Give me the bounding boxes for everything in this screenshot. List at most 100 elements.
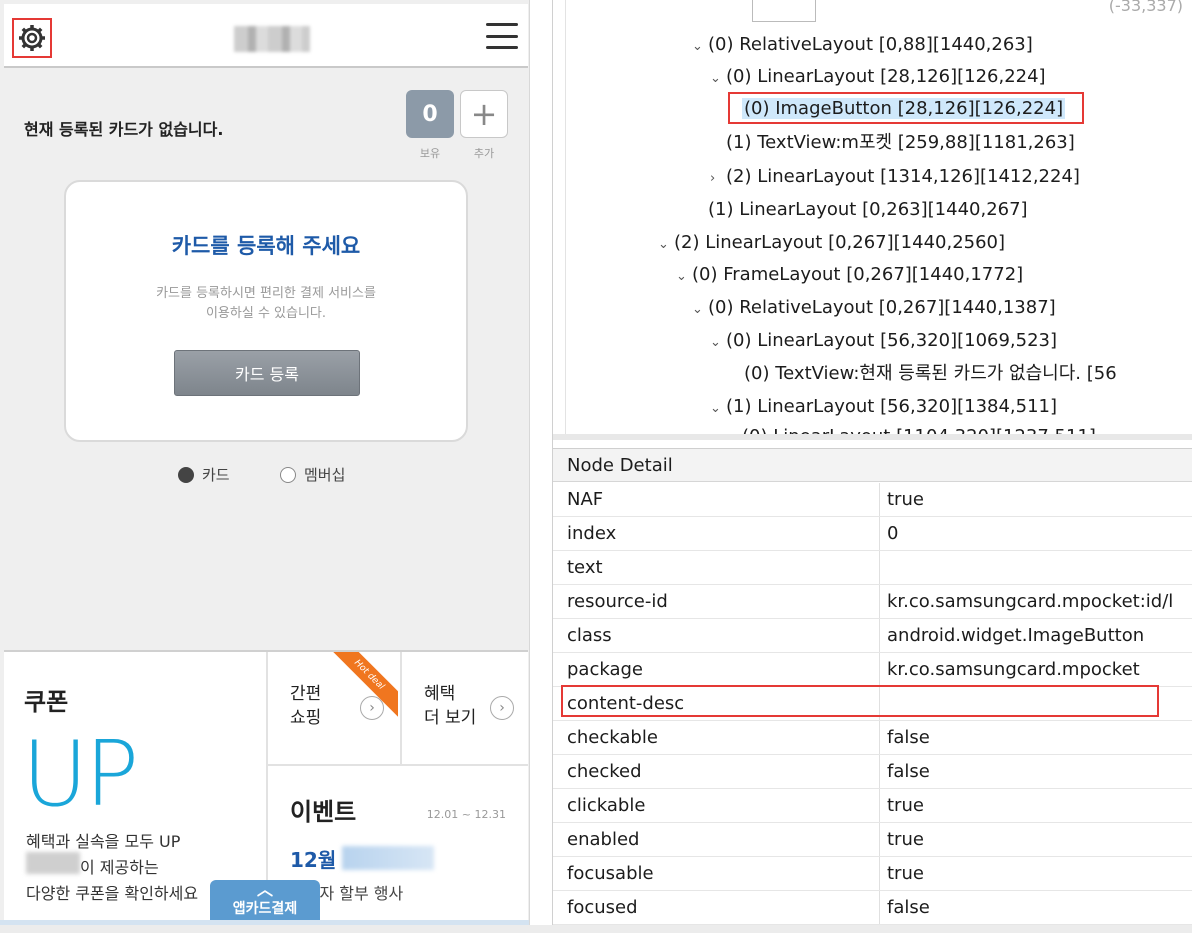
detail-value: false [887,897,930,918]
coupon-title: 쿠폰 [24,688,69,716]
radio-membership[interactable]: 멤버십 [280,464,345,485]
tree-stub-box [752,0,816,22]
detail-row[interactable]: clickable true [553,789,1192,823]
event-title: 이벤트 [290,798,357,826]
coupon-desc-line: 이 제공하는 [80,858,159,877]
node-detail-panel: Node Detail NAF true index 0 text resource… [553,448,1192,933]
hamburger-icon-bar [486,46,518,49]
detail-value: kr.co.samsungcard.mpocket [887,659,1140,680]
settings-button[interactable] [12,18,52,58]
event-month: 12월 [290,848,337,872]
tree-node[interactable]: ⌄ (2) LinearLayout [0,267][1440,2560] [658,230,1005,256]
detail-value: true [887,863,924,884]
radio-unselected-icon [280,466,296,483]
detail-row[interactable]: focusable true [553,857,1192,891]
detail-key: index [567,523,617,544]
event-date: 12.01 ~ 12.31 [426,808,506,821]
card-prompt-desc-line: 카드를 등록하시면 편리한 결제 서비스를 [156,286,376,301]
tree-node[interactable]: (1) LinearLayout [0,263][1440,267] [708,197,1028,223]
detail-key: focused [567,897,638,918]
radio-selected-icon [178,466,194,483]
radio-card[interactable]: 카드 [178,464,230,485]
easy-shopping-label: 간편 쇼핑 [290,682,321,730]
menu-button[interactable] [486,20,518,52]
more-benefits-label: 혜택 더 보기 [424,682,476,730]
tree-node[interactable]: ⌄ (0) FrameLayout [0,267][1440,1772] [676,262,1023,288]
hamburger-icon-bar [486,23,518,26]
phone-screen: 현재 등록된 카드가 없습니다. 0 + 보유 추가 카드를 등록해 주세요 카… [0,0,530,933]
radio-card-label: 카드 [202,466,230,484]
detail-row[interactable]: class android.widget.ImageButton [553,619,1192,653]
selection-highlight [728,92,1084,124]
chevron-down-icon[interactable]: ⌄ [710,66,726,92]
detail-row[interactable]: index 0 [553,517,1192,551]
detail-key: checkable [567,727,658,748]
detail-key: class [567,625,612,646]
chevron-down-icon[interactable]: ⌄ [692,34,708,60]
hamburger-icon-bar [486,34,518,38]
chevron-down-icon[interactable]: ⌄ [692,297,708,323]
tile-label-line: 더 보기 [424,708,477,728]
tree-node-label: (0) RelativeLayout [0,267][1440,1387] [708,297,1056,318]
detail-key: NAF [567,489,604,510]
detail-row[interactable]: text [553,551,1192,585]
owned-card-count[interactable]: 0 [406,90,454,138]
blurred-event-name [342,846,434,870]
chevron-down-icon[interactable]: ⌄ [710,396,726,422]
tree-node[interactable]: (0) TextView:현재 등록된 카드가 없습니다. [56 [744,361,1117,387]
add-card-button[interactable]: + [460,90,508,138]
detail-row[interactable]: checked false [553,755,1192,789]
tree-node[interactable]: ⌄ (0) RelativeLayout [0,267][1440,1387] [692,295,1056,321]
detail-value: true [887,489,924,510]
hierarchy-tree[interactable]: (-33,337) ⌄ (0) RelativeLayout [0,88][144… [565,0,1192,436]
no-card-message: 현재 등록된 카드가 없습니다. [24,120,224,139]
tree-node-label: (0) LinearLayout [28,126][126,224] [726,66,1046,87]
detail-row[interactable]: enabled true [553,823,1192,857]
easy-shopping-tile[interactable]: 간편 쇼핑 › Hot deal [268,652,398,764]
detail-key: resource-id [567,591,668,612]
tile-label-line: 간편 [290,684,322,704]
tree-node-label: (1) LinearLayout [56,320][1384,511] [726,396,1058,417]
card-prompt-description: 카드를 등록하시면 편리한 결제 서비스를 이용하실 수 있습니다. [66,284,466,324]
more-benefits-tile[interactable]: 혜택 더 보기 › [400,652,528,764]
tree-stub-coordinates: (-33,337) [1108,0,1183,15]
detail-row[interactable]: NAF true [553,483,1192,517]
chevron-right-icon[interactable]: › [710,166,726,192]
card-register-button[interactable]: 카드 등록 [174,350,360,396]
app-title-blurred [234,26,310,52]
detail-value: true [887,829,924,850]
detail-key: clickable [567,795,646,816]
tree-node-label: (0) RelativeLayout [0,88][1440,263] [708,34,1033,55]
node-detail-header: Node Detail [553,449,1192,482]
chevron-right-icon: › [490,696,514,720]
tree-node[interactable]: (1) TextView:m포켓 [259,88][1181,263] [726,130,1075,156]
window-bottom-edge [0,925,1192,933]
tree-node[interactable]: ⌄ (0) RelativeLayout [0,88][1440,263] [692,32,1033,58]
chevron-down-icon[interactable]: ⌄ [710,330,726,356]
app-card-pay-label: 앱카드결제 [232,901,298,917]
card-prompt-desc-line: 이용하실 수 있습니다. [205,306,327,321]
tree-node[interactable]: ⌄ (0) LinearLayout [56,320][1069,523] [710,328,1057,354]
tile-label-line: 혜택 [424,684,456,704]
tree-node[interactable]: ⌄ (0) LinearLayout [28,126][126,224] [710,64,1046,90]
detail-row[interactable]: checkable false [553,721,1192,755]
tree-node-label: (0) LinearLayout [56,320][1069,523] [726,330,1058,351]
detail-row[interactable]: resource-id kr.co.samsungcard.mpocket:id/… [553,585,1192,619]
tree-node[interactable]: › (2) LinearLayout [1314,126][1412,224] [710,164,1080,190]
tree-node[interactable]: ⌄ (1) LinearLayout [56,320][1384,511] [710,394,1057,420]
detail-key: checked [567,761,642,782]
chevron-down-icon[interactable]: ⌄ [658,232,674,258]
detail-value: kr.co.samsungcard.mpocket:id/l [887,591,1174,612]
detail-value: 0 [887,523,899,544]
detail-value: false [887,761,930,782]
tree-scrollbar[interactable] [553,434,1192,440]
owned-label: 보유 [419,147,441,160]
coupon-up-text: UP [22,722,139,827]
detail-row[interactable]: focused false [553,891,1192,925]
coupon-desc-line: 혜택과 실속을 모두 UP [26,832,181,851]
tree-node-label: (2) LinearLayout [0,267][1440,2560] [674,232,1006,253]
chevron-down-icon[interactable]: ⌄ [676,264,692,290]
card-register-panel: 카드를 등록해 주세요 카드를 등록하시면 편리한 결제 서비스를 이용하실 수… [64,180,468,442]
tree-node-label: (0) FrameLayout [0,267][1440,1772] [692,264,1024,285]
detail-row[interactable]: package kr.co.samsungcard.mpocket [553,653,1192,687]
